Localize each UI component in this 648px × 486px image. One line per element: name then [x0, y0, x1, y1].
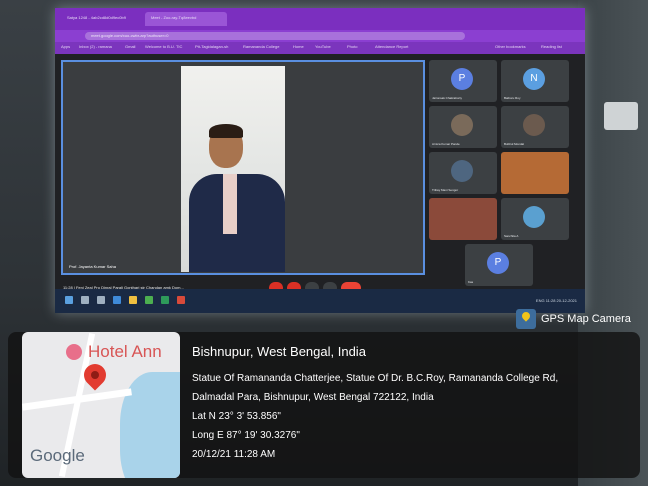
search-icon[interactable]	[81, 296, 89, 304]
explorer-icon[interactable]	[129, 296, 137, 304]
avatar	[523, 206, 545, 228]
bookmark-item[interactable]: YouTube	[315, 44, 331, 49]
speaker-shirt	[223, 174, 237, 234]
map-place-label: Hotel Ann	[88, 342, 162, 361]
address-bar: meet.google.com/xuo-cwbr-arp?authuser=0	[55, 30, 585, 42]
participant-tile[interactable]: Bubhul Mondal	[501, 106, 569, 148]
participant-tile[interactable]: N Baiboru Roy	[501, 60, 569, 102]
bookmark-item[interactable]: Inbox (2) - ramana	[79, 44, 112, 49]
system-tray[interactable]: ENG 11:28 20-12-2021	[536, 298, 577, 303]
avatar: P	[487, 252, 509, 274]
avatar	[451, 114, 473, 136]
browser-tab[interactable]: Satya 1248 - 4ab2cd8d0d9ec0b9	[61, 12, 143, 26]
bookmark-item[interactable]: Photo	[347, 44, 357, 49]
location-details: Bishnupur, West Bengal, India Statue Of …	[192, 344, 632, 464]
gps-badge: GPS Map Camera	[516, 308, 631, 330]
bookmark-item[interactable]: Ptt-Tagidalagan-sh	[195, 44, 228, 49]
task-view-icon[interactable]	[97, 296, 105, 304]
bookmark-item[interactable]: Attendance Report	[375, 44, 408, 49]
participant-name: Sanchita A	[504, 234, 519, 238]
participant-name: Bubhul Mondal	[504, 142, 525, 146]
app-icon[interactable]	[161, 296, 169, 304]
projected-screen: Satya 1248 - 4ab2cd8d0d9ec0b9 Meet - Zoo…	[55, 8, 585, 313]
participant-tile[interactable]: P Jaironsak Chakraborty	[429, 60, 497, 102]
datetime: 20/12/21 11:28 AM	[192, 449, 276, 460]
speaker-body	[189, 174, 285, 272]
participant-video-tile[interactable]	[429, 198, 497, 240]
participant-name: Arnica Kumar Pande	[432, 142, 460, 146]
bookmark-item[interactable]: Welcome to B.U. TIC	[145, 44, 182, 49]
meet-window: Prof. Jayanta Kumar Saha P Jaironsak Cha…	[55, 54, 585, 294]
participant-tile[interactable]: Tribay Mani Sengor	[429, 152, 497, 194]
avatar	[523, 114, 545, 136]
participant-name: Baiboru Roy	[504, 96, 521, 100]
url-field[interactable]: meet.google.com/xuo-cwbr-arp?authuser=0	[85, 32, 465, 40]
participant-tile[interactable]: Arnica Kumar Pande	[429, 106, 497, 148]
gps-badge-label: GPS Map Camera	[541, 313, 631, 325]
latitude: Lat N 23° 3' 53.856"	[192, 411, 281, 422]
app-icon[interactable]	[177, 296, 185, 304]
speaker-video	[181, 66, 285, 272]
participant-name: Jaironsak Chakraborty	[432, 96, 463, 100]
bookmark-item[interactable]: Apps	[61, 44, 70, 49]
bookmark-item[interactable]: Ramananda College	[243, 44, 279, 49]
location-map: Hotel Ann Google	[22, 332, 180, 478]
start-icon[interactable]	[65, 296, 73, 304]
participant-video-tile[interactable]	[501, 152, 569, 194]
main-speaker-tile[interactable]: Prof. Jayanta Kumar Saha	[61, 60, 425, 275]
gps-map-camera-icon	[516, 309, 536, 329]
bookmark-item[interactable]: Home	[293, 44, 304, 49]
participant-name: Tribay Mani Sengor	[432, 188, 459, 192]
edge-icon[interactable]	[113, 296, 121, 304]
participant-tile[interactable]: P Kas	[465, 244, 533, 286]
google-logo: Google	[30, 446, 85, 465]
windows-taskbar: ENG 11:28 20-12-2021	[55, 289, 585, 313]
browser-tab-strip: Satya 1248 - 4ab2cd8d0d9ec0b9 Meet - Zoo…	[55, 8, 585, 30]
address-line: Dalmadal Para, Bishnupur, West Bengal 72…	[192, 392, 434, 403]
avatar	[451, 160, 473, 182]
avatar: N	[523, 68, 545, 90]
hotel-icon	[66, 344, 82, 360]
gps-info-overlay: Hotel Ann Google Bishnupur, West Bengal,…	[8, 332, 640, 478]
air-conditioner	[604, 102, 638, 130]
location-pin-dot	[91, 371, 99, 379]
address-line: Statue Of Ramananda Chatterjee, Statue O…	[192, 373, 559, 384]
speaker-name: Prof. Jayanta Kumar Saha	[69, 264, 116, 269]
avatar: P	[451, 68, 473, 90]
chrome-icon[interactable]	[145, 296, 153, 304]
speaker-hair	[209, 124, 243, 138]
bookmark-item[interactable]: Reading list	[541, 44, 562, 49]
longitude: Long E 87° 19' 30.3276"	[192, 430, 300, 441]
bookmark-item[interactable]: Other bookmarks	[495, 44, 526, 49]
participant-tile[interactable]: Sanchita A	[501, 198, 569, 240]
location-title: Bishnupur, West Bengal, India	[192, 344, 366, 359]
bookmarks-bar: Apps Inbox (2) - ramana Gmail Welcome to…	[55, 42, 585, 54]
browser-tab-active[interactable]: Meet - Zoo-ray-Tq8eevbd	[145, 12, 227, 26]
bookmark-item[interactable]: Gmail	[125, 44, 135, 49]
